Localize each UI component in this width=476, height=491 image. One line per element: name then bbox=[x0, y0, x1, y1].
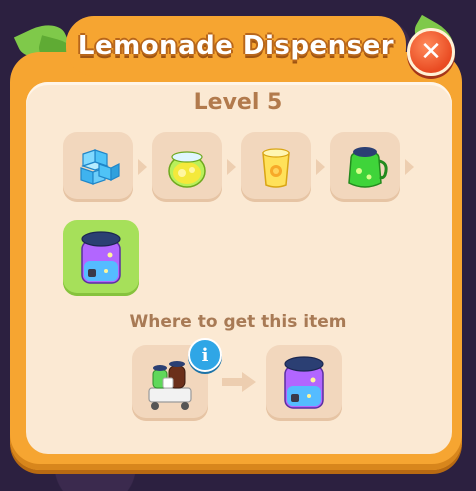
chain-arrow bbox=[316, 159, 325, 175]
close-icon: ✕ bbox=[420, 37, 442, 67]
chain-item-lemon-jar[interactable] bbox=[152, 132, 222, 202]
chain-arrow bbox=[227, 159, 236, 175]
source-label: Where to get this item bbox=[129, 312, 347, 332]
info-icon: i bbox=[201, 344, 209, 366]
chain-item-lemonade-pitcher[interactable] bbox=[330, 132, 400, 202]
close-button[interactable]: ✕ bbox=[407, 28, 455, 76]
chain-arrow bbox=[138, 159, 147, 175]
lemonade-pitcher-icon bbox=[348, 147, 388, 188]
source-arrow bbox=[222, 372, 256, 392]
chain-item-ice-cubes[interactable] bbox=[63, 132, 133, 202]
chain-item-lemonade-glass[interactable] bbox=[241, 132, 311, 202]
source-item-lemonade-dispenser[interactable] bbox=[266, 345, 342, 421]
title-banner: Lemonade Dispenser bbox=[66, 16, 406, 76]
chain-arrow bbox=[405, 159, 414, 175]
chain-item-lemonade-dispenser-current[interactable] bbox=[63, 220, 139, 296]
lemonade-glass-icon bbox=[262, 148, 290, 188]
dialog-title: Lemonade Dispenser bbox=[77, 31, 395, 61]
lemonade-dispenser-icon bbox=[284, 356, 324, 409]
info-button[interactable]: i bbox=[188, 338, 222, 372]
level-label: Level 5 bbox=[193, 90, 283, 115]
lemonade-dispenser-icon bbox=[81, 231, 121, 284]
ice-cubes-icon bbox=[80, 149, 120, 185]
lemon-jar-icon bbox=[168, 151, 206, 188]
